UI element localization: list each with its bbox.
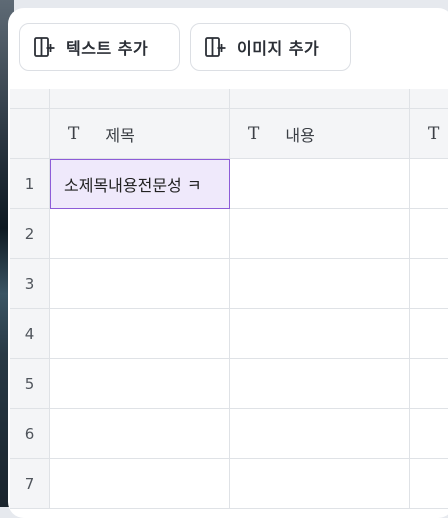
table-row: 7 bbox=[10, 459, 448, 509]
row-number[interactable]: 2 bbox=[10, 209, 50, 259]
table-cell[interactable] bbox=[50, 309, 230, 359]
column-name: 제목 bbox=[105, 125, 135, 145]
add-column-icon bbox=[205, 37, 226, 57]
add-image-label: 이미지 추가 bbox=[237, 39, 320, 58]
add-text-button[interactable]: 텍스트 추가 bbox=[19, 23, 180, 71]
table-cell[interactable] bbox=[410, 409, 448, 459]
table-cell[interactable] bbox=[230, 259, 410, 309]
row-number[interactable]: 7 bbox=[10, 459, 50, 509]
table-cell[interactable] bbox=[50, 259, 230, 309]
grid-top-strip bbox=[10, 89, 448, 109]
corner-cell bbox=[10, 89, 50, 109]
column-strip bbox=[50, 89, 230, 109]
table-row: 5 bbox=[10, 359, 448, 409]
table-row: 2 bbox=[10, 209, 448, 259]
table-cell[interactable] bbox=[410, 259, 448, 309]
table-cell[interactable] bbox=[230, 159, 410, 209]
table-cell[interactable] bbox=[50, 209, 230, 259]
table-cell-selected[interactable]: 소제목내용전문성 ㅋ bbox=[50, 159, 230, 209]
text-type-icon: T bbox=[428, 123, 440, 144]
table-cell[interactable] bbox=[50, 359, 230, 409]
table-cell[interactable] bbox=[230, 309, 410, 359]
column-header-content[interactable]: T 내용 bbox=[230, 109, 410, 159]
table-row: 3 bbox=[10, 259, 448, 309]
header-row: T 제목 T 내용 T bbox=[10, 109, 448, 159]
table-row: 6 bbox=[10, 409, 448, 459]
table-cell[interactable] bbox=[410, 209, 448, 259]
row-header-corner bbox=[10, 109, 50, 159]
add-text-label: 텍스트 추가 bbox=[66, 39, 149, 58]
row-number[interactable]: 4 bbox=[10, 309, 50, 359]
column-strip bbox=[410, 89, 448, 109]
table-cell[interactable] bbox=[230, 409, 410, 459]
text-type-icon: T bbox=[248, 123, 260, 144]
table-cell[interactable] bbox=[410, 309, 448, 359]
row-number[interactable]: 6 bbox=[10, 409, 50, 459]
row-number[interactable]: 5 bbox=[10, 359, 50, 409]
table-row: 1 소제목내용전문성 ㅋ bbox=[10, 159, 448, 209]
row-number[interactable]: 3 bbox=[10, 259, 50, 309]
text-type-icon: T bbox=[68, 123, 80, 144]
table-cell[interactable] bbox=[410, 159, 448, 209]
column-strip bbox=[230, 89, 410, 109]
row-number[interactable]: 1 bbox=[10, 159, 50, 209]
table-cell[interactable] bbox=[230, 359, 410, 409]
add-image-button[interactable]: 이미지 추가 bbox=[190, 23, 351, 71]
table-cell[interactable] bbox=[410, 459, 448, 509]
spreadsheet-panel: 텍스트 추가 이미지 추가 T 제목 T 내용 T 1 소제목내용전문성 ㅋ 2… bbox=[8, 8, 448, 518]
table-cell[interactable] bbox=[50, 409, 230, 459]
table-row: 4 bbox=[10, 309, 448, 359]
table-cell[interactable] bbox=[50, 459, 230, 509]
column-header-title[interactable]: T 제목 bbox=[50, 109, 230, 159]
column-name: 내용 bbox=[285, 125, 315, 145]
column-header-3[interactable]: T bbox=[410, 109, 448, 159]
table-cell[interactable] bbox=[230, 209, 410, 259]
table-cell[interactable] bbox=[410, 359, 448, 409]
table-cell[interactable] bbox=[230, 459, 410, 509]
add-column-icon bbox=[34, 37, 55, 57]
